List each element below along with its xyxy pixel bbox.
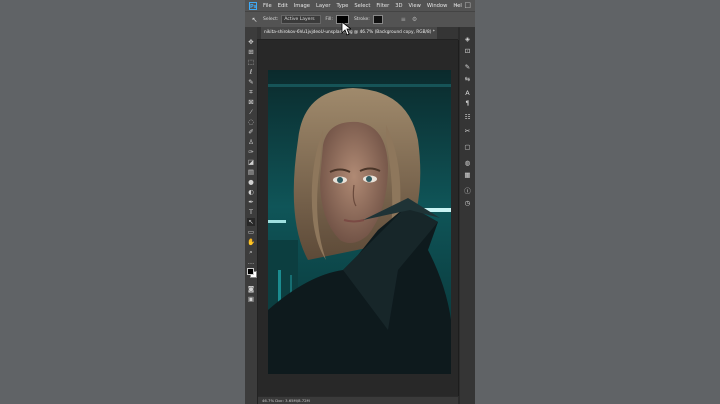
minimize-icon[interactable]: – [455, 1, 459, 9]
brush-icon[interactable]: ✐ [247, 128, 255, 136]
screen-mode-icon[interactable]: ▣ [247, 295, 255, 303]
tool-preset-icon[interactable]: ↖ [250, 15, 259, 24]
spot-heal-icon[interactable]: ◌ [247, 118, 255, 126]
maximize-icon[interactable]: □ [464, 1, 471, 9]
properties-icon[interactable]: ☷ [463, 113, 472, 122]
hand-icon[interactable]: ✋ [247, 238, 255, 246]
move-icon[interactable]: ✥ [247, 38, 255, 46]
eyedropper-icon[interactable]: ⁄ [247, 108, 255, 116]
status-text: 46.7% Doc: 3.65M/8.72M [262, 398, 310, 403]
color-swatches[interactable] [247, 268, 257, 278]
menu-image[interactable]: Image [294, 3, 310, 9]
stroke-swatch[interactable] [372, 15, 383, 24]
character-icon[interactable]: A [463, 89, 472, 98]
navigator-icon[interactable]: ▢ [463, 143, 472, 152]
menu-layer[interactable]: Layer [316, 3, 330, 9]
menu-select[interactable]: Select [354, 3, 370, 9]
canvas-divider [458, 40, 459, 396]
menu-filter[interactable]: Filter [376, 3, 389, 9]
paths-icon[interactable]: ⊡ [463, 47, 472, 56]
foreground-color-swatch[interactable] [247, 268, 254, 275]
tools-panel: ✥ ⊞ ⬚ ℓ ✎ ⌗ ⊠ ⁄ ◌ ✐ ♙ ✑ ◪ ▤ ● ◐ ✒ T ↖ ▭ … [245, 27, 258, 404]
brush-settings-icon[interactable]: ✎ [463, 63, 472, 72]
pen-icon[interactable]: ✒ [247, 198, 255, 206]
path-select-icon[interactable]: ↖ [247, 218, 255, 226]
type-icon[interactable]: T [247, 208, 255, 216]
histogram-icon[interactable]: ▦ [463, 171, 472, 180]
select-label: Select: [263, 17, 279, 22]
menu-window[interactable]: Window [427, 3, 447, 9]
frame-icon[interactable]: ⊠ [247, 98, 255, 106]
crop-icon[interactable]: ⌗ [247, 88, 255, 96]
settings-gear-icon[interactable]: ⚙ [412, 16, 417, 23]
paragraph-icon[interactable]: ¶ [463, 99, 472, 108]
artboard-icon[interactable]: ⊞ [247, 48, 255, 56]
eraser-icon[interactable]: ◪ [247, 158, 255, 166]
menu-bar: Ps File Edit Image Layer Type Select Fil… [245, 0, 475, 11]
more-tools-icon[interactable]: … [247, 258, 255, 266]
photoshop-logo-icon: Ps [249, 1, 257, 10]
canvas-area[interactable] [258, 40, 458, 396]
info-icon[interactable]: ⓘ [463, 187, 472, 196]
rectangle-icon[interactable]: ▭ [247, 228, 255, 236]
quick-mask-icon[interactable]: ◙ [247, 285, 255, 293]
photoshop-window: Ps File Edit Image Layer Type Select Fil… [245, 0, 475, 404]
menu-edit[interactable]: Edit [278, 3, 288, 9]
clock-icon[interactable]: ◷ [463, 199, 472, 208]
options-bar: ↖ Select: Active Layers Fill: Stroke: ≡ … [245, 11, 475, 28]
lasso-icon[interactable]: ℓ [247, 68, 255, 76]
document-tab-bar: nikita-shirokov-6Vu1jvjdeoU-unsplash.jpg… [257, 27, 458, 40]
mouse-cursor-icon [341, 21, 351, 36]
document-canvas[interactable] [268, 70, 451, 374]
marquee-icon[interactable]: ⬚ [247, 58, 255, 66]
menu-file[interactable]: File [263, 3, 272, 9]
stroke-label: Stroke: [353, 17, 370, 22]
status-bar: 46.7% Doc: 3.65M/8.72M [258, 397, 458, 404]
blur-icon[interactable]: ● [247, 178, 255, 186]
portrait-photo [268, 70, 451, 374]
select-dropdown[interactable]: Active Layers [281, 15, 322, 24]
adjustments-icon[interactable]: ⇆ [463, 75, 472, 84]
fill-label: Fill: [325, 17, 333, 22]
align-icon[interactable]: ≡ [401, 16, 406, 23]
quick-select-icon[interactable]: ✎ [247, 78, 255, 86]
layers-icon[interactable]: ◈ [463, 35, 472, 44]
clone-stamp-icon[interactable]: ♙ [247, 138, 255, 146]
collapsed-panels: ◈ ⊡ ✎ ⇆ A ¶ ☷ ✂ ▢ ◍ ▦ ⓘ ◷ [460, 27, 475, 404]
dodge-icon[interactable]: ◐ [247, 188, 255, 196]
history-brush-icon[interactable]: ✑ [247, 148, 255, 156]
menu-view[interactable]: View [409, 3, 421, 9]
channels-icon[interactable]: ◍ [463, 159, 472, 168]
menu-3d[interactable]: 3D [395, 3, 402, 9]
gradient-icon[interactable]: ▤ [247, 168, 255, 176]
menu-type[interactable]: Type [336, 3, 348, 9]
window-controls: – □ [455, 1, 471, 9]
zoom-icon[interactable]: ⌕ [247, 248, 255, 256]
tool-presets-icon[interactable]: ✂ [463, 127, 472, 136]
